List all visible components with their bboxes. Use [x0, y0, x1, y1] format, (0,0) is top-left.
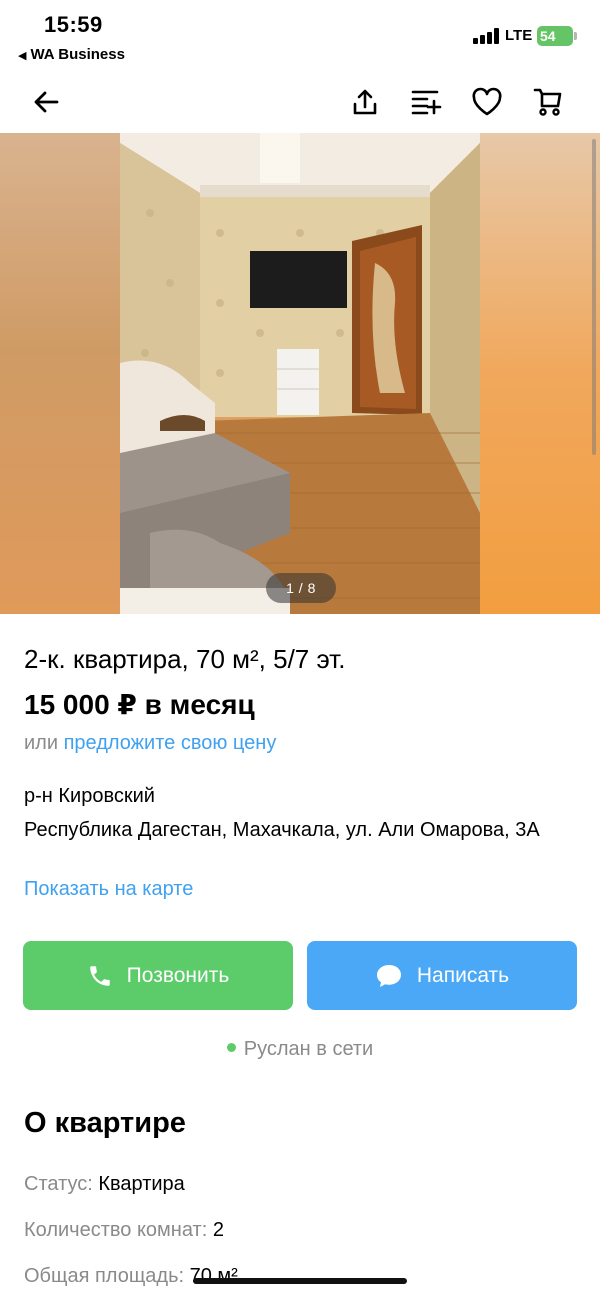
back-to-app-link[interactable]: ◀ WA Business	[18, 46, 125, 63]
call-button-label: Позвонить	[126, 963, 230, 987]
status-bar: 15:59 ◀ WA Business LTE 54	[0, 0, 600, 70]
param-value: Квартира	[98, 1173, 185, 1195]
param-key: Статус:	[24, 1173, 93, 1195]
heart-icon[interactable]	[467, 82, 507, 122]
show-on-map-link[interactable]: Показать на карте	[24, 878, 193, 901]
battery-icon: 54	[537, 26, 577, 46]
offer-price-link[interactable]: предложите свою цену	[64, 732, 277, 754]
param-row: Общая площадь: 70 м²	[24, 1265, 238, 1288]
back-triangle-icon: ◀	[18, 50, 27, 62]
chat-bubble-icon	[376, 964, 401, 987]
offer-prefix: или	[24, 732, 59, 754]
top-toolbar	[0, 76, 600, 128]
param-value: 2	[212, 1219, 224, 1241]
status-time: 15:59	[44, 12, 103, 37]
param-row: Статус: Квартира	[24, 1173, 185, 1196]
compare-list-icon[interactable]	[406, 82, 446, 122]
param-key: Общая площадь:	[24, 1265, 185, 1287]
price-offer: или предложите свою цену	[24, 732, 276, 755]
cellular-signal-icon	[473, 28, 499, 44]
back-app-label: WA Business	[30, 46, 125, 63]
seller-online-status: Руслан в сети	[0, 1038, 600, 1061]
gallery-scroll-indicator	[592, 139, 596, 455]
message-button-label: Написать	[416, 963, 510, 987]
online-text: Руслан в сети	[243, 1038, 374, 1060]
param-row: Количество комнат: 2	[24, 1219, 224, 1242]
gallery-blur-right	[480, 133, 600, 614]
cart-icon[interactable]	[528, 82, 568, 122]
home-indicator[interactable]	[193, 1278, 407, 1284]
share-icon[interactable]	[345, 82, 385, 122]
call-button[interactable]: Позвонить	[23, 941, 293, 1010]
listing-price: 15 000 ₽ в месяц	[24, 689, 255, 720]
photo-counter: 1 / 8	[266, 573, 336, 603]
network-type: LTE	[505, 27, 533, 44]
listing-address: Республика Дагестан, Махачкала, ул. Али …	[24, 819, 540, 841]
listing-district: р-н Кировский	[24, 785, 155, 807]
online-dot-icon	[226, 1043, 236, 1053]
listing-title: 2-к. квартира, 70 м², 5/7 эт.	[24, 644, 346, 674]
arrow-left-icon[interactable]	[26, 82, 66, 122]
apartment-photo	[120, 133, 480, 614]
phone-icon	[89, 965, 110, 986]
message-button[interactable]: Написать	[307, 941, 577, 1010]
about-section-title: О квартире	[24, 1107, 186, 1139]
gallery-blur-left	[0, 133, 120, 614]
param-key: Количество комнат:	[24, 1219, 208, 1241]
photo-gallery[interactable]: 1 / 8	[0, 133, 600, 614]
